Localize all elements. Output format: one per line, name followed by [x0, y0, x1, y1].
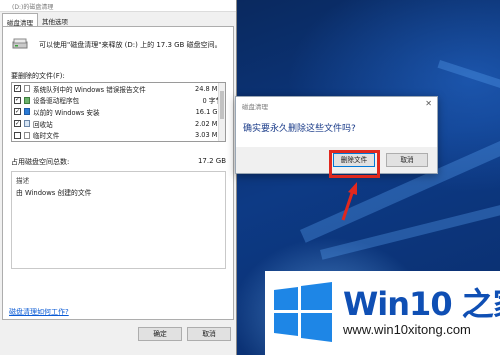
file-name: 以前的 Windows 安装	[33, 108, 100, 117]
file-name: 回收站	[33, 120, 53, 129]
total-space-row: 占用磁盘空间总数: 17.2 GB	[11, 157, 226, 167]
total-space-label: 占用磁盘空间总数:	[11, 158, 70, 166]
checkbox[interactable]: ✓	[14, 108, 21, 116]
description-group: 描述 由 Windows 创建的文件	[11, 171, 226, 269]
checkbox[interactable]: ✓	[14, 85, 21, 93]
dialog-message: 确实要永久删除这些文件吗?	[243, 124, 356, 134]
light-beam	[437, 60, 500, 105]
list-item[interactable]: ✓ 回收站 2.02 MB	[12, 118, 225, 130]
tab-strip: 磁盘清理 其他选项	[2, 13, 72, 27]
pointer-arrow-icon	[341, 182, 357, 221]
description-title: 描述	[16, 177, 30, 185]
file-icon	[24, 85, 30, 93]
how-cleanup-works-link[interactable]: 磁盘清理如何工作?	[9, 307, 69, 317]
checkbox[interactable]	[14, 131, 21, 139]
recycle-bin-icon	[24, 120, 30, 128]
files-list: ✓ 系统队列中的 Windows 错误报告文件 24.8 MB ✓ 设备驱动程序…	[11, 82, 226, 142]
drive-icon	[12, 38, 28, 49]
list-scrollbar[interactable]	[218, 83, 225, 141]
ok-button[interactable]: 确定	[138, 327, 182, 341]
highlight-box	[329, 150, 380, 178]
scrollbar-thumb[interactable]	[220, 91, 224, 119]
window-title: (D:)的磁盘清理	[0, 0, 236, 12]
dialog-title: 磁盘清理	[242, 103, 268, 111]
watermark: Win10 之家 www.win10xitong.com	[265, 271, 500, 355]
intro-text: 可以使用"磁盘清理"来释放 (D:) 上的 17.3 GB 磁盘空间。	[39, 41, 222, 49]
disk-cleanup-window: (D:)的磁盘清理 磁盘清理 其他选项 可以使用"磁盘清理"来释放 (D:) 上…	[0, 0, 237, 355]
list-item[interactable]: ✓ 以前的 Windows 安装 16.1 GB	[12, 106, 225, 118]
tab-more-options[interactable]: 其他选项	[38, 13, 72, 27]
close-icon[interactable]: ✕	[425, 99, 432, 108]
watermark-url: www.win10xitong.com	[343, 322, 471, 337]
dialog-cancel-button[interactable]: 取消	[386, 153, 428, 167]
windows-logo-icon	[274, 282, 332, 342]
description-text: 由 Windows 创建的文件	[16, 189, 92, 197]
files-to-delete-label: 要删除的文件(F):	[11, 72, 65, 80]
cancel-button[interactable]: 取消	[187, 327, 231, 341]
list-item[interactable]: 临时文件 3.03 MB	[12, 129, 225, 141]
checkbox[interactable]: ✓	[14, 96, 21, 104]
checkbox[interactable]: ✓	[14, 120, 21, 128]
watermark-title: Win10 之家	[343, 285, 500, 323]
list-item[interactable]: ✓ 系统队列中的 Windows 错误报告文件 24.8 MB	[12, 83, 225, 95]
file-icon	[24, 131, 30, 139]
file-name: 设备驱动程序包	[33, 97, 80, 106]
total-space-value: 17.2 GB	[197, 157, 226, 165]
file-name: 临时文件	[33, 132, 60, 141]
tab-disk-cleanup[interactable]: 磁盘清理	[2, 13, 38, 27]
list-item[interactable]: ✓ 设备驱动程序包 0 字节	[12, 95, 225, 107]
file-name: 系统队列中的 Windows 错误报告文件	[33, 85, 146, 94]
driver-icon	[24, 96, 30, 104]
windows-icon	[24, 108, 30, 116]
cleanup-panel: 可以使用"磁盘清理"来释放 (D:) 上的 17.3 GB 磁盘空间。 要删除的…	[2, 26, 234, 320]
